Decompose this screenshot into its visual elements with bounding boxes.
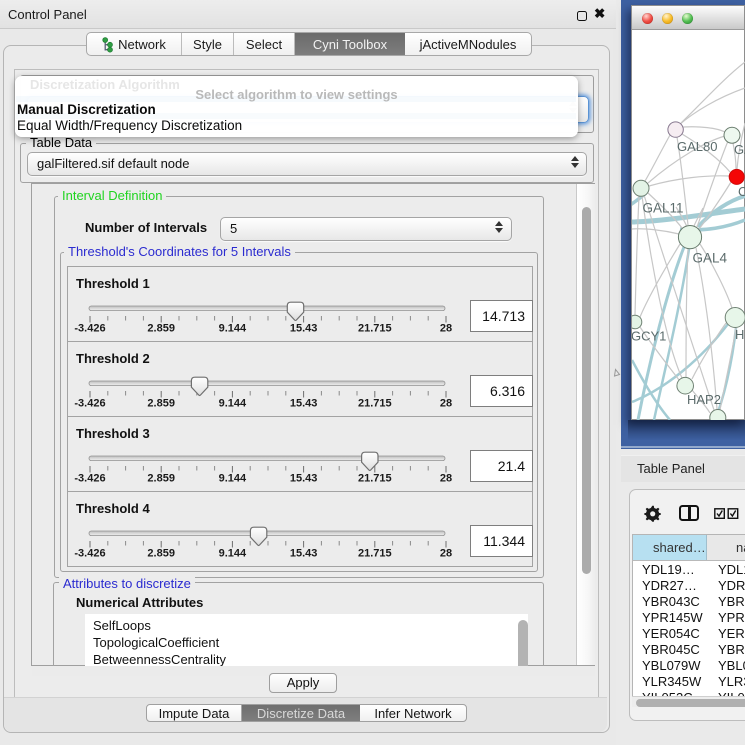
svg-text:HAP2: HAP2 — [687, 392, 721, 407]
svg-text:2.859: 2.859 — [147, 323, 175, 335]
svg-text:28: 28 — [440, 323, 452, 335]
svg-text:C: C — [738, 184, 745, 199]
svg-text:2.859: 2.859 — [147, 473, 175, 485]
svg-text:21.715: 21.715 — [358, 323, 392, 335]
svg-text:21.715: 21.715 — [358, 398, 392, 410]
svg-text:9.144: 9.144 — [219, 323, 247, 335]
svg-text:28: 28 — [440, 398, 452, 410]
svg-text:GA: GA — [734, 142, 745, 157]
svg-text:-3.426: -3.426 — [74, 473, 105, 485]
svg-text:15.43: 15.43 — [290, 323, 318, 335]
svg-text:-3.426: -3.426 — [74, 323, 105, 335]
svg-text:15.43: 15.43 — [290, 548, 318, 560]
svg-text:2.859: 2.859 — [147, 548, 175, 560]
svg-text:H: H — [735, 327, 744, 342]
svg-text:9.144: 9.144 — [219, 548, 247, 560]
svg-text:GCY1: GCY1 — [632, 329, 666, 344]
svg-text:2.859: 2.859 — [147, 398, 175, 410]
svg-text:GAL80: GAL80 — [677, 139, 717, 154]
svg-text:GAL11: GAL11 — [643, 201, 684, 216]
svg-text:15.43: 15.43 — [290, 473, 318, 485]
svg-text:9.144: 9.144 — [219, 398, 247, 410]
svg-text:21.715: 21.715 — [358, 548, 392, 560]
svg-text:28: 28 — [440, 473, 452, 485]
svg-text:-3.426: -3.426 — [74, 398, 105, 410]
svg-text:28: 28 — [440, 548, 452, 560]
svg-text:9.144: 9.144 — [219, 473, 247, 485]
svg-text:21.715: 21.715 — [358, 473, 392, 485]
svg-text:15.43: 15.43 — [290, 398, 318, 410]
svg-text:GAL4: GAL4 — [693, 251, 728, 266]
svg-text:-3.426: -3.426 — [74, 548, 105, 560]
